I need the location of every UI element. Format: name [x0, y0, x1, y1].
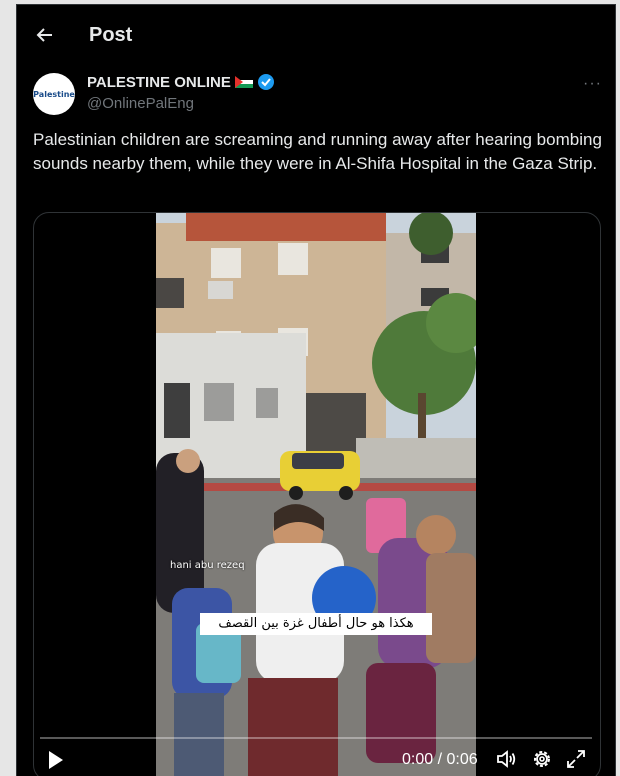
author-handle[interactable]: @OnlinePalEng: [87, 95, 194, 112]
video-watermark: hani abu rezeq: [170, 560, 245, 571]
volume-icon: [497, 750, 516, 768]
more-icon[interactable]: ···: [583, 75, 602, 93]
post-page: Post Palestine PALESTINE ONLINE @OnlineP…: [16, 4, 616, 776]
volume-button[interactable]: [494, 747, 518, 771]
video-controls: 0:00 / 0:06: [34, 733, 600, 773]
video-time: 0:00 / 0:06: [402, 751, 478, 768]
video-player[interactable]: hani abu rezeq هكذا هو حال أطفال غزة بين…: [33, 212, 601, 776]
avatar-logo-text: Palestine: [33, 89, 75, 99]
author-name-row: PALESTINE ONLINE: [87, 73, 275, 91]
fullscreen-icon: [567, 750, 585, 768]
gear-icon: [534, 751, 550, 767]
play-icon: [49, 751, 63, 769]
video-progress-bar[interactable]: [40, 737, 592, 739]
video-caption: هكذا هو حال أطفال غزة بين القصف: [200, 613, 432, 635]
play-button[interactable]: [46, 749, 66, 771]
page-header: Post: [17, 5, 615, 61]
page-title: Post: [89, 24, 133, 46]
author-display-name[interactable]: PALESTINE ONLINE: [87, 74, 231, 91]
avatar[interactable]: Palestine: [33, 73, 75, 115]
video-scene-image: [156, 213, 476, 776]
back-button[interactable]: [29, 19, 61, 51]
palestine-flag-icon: [234, 76, 253, 88]
back-arrow-icon: [36, 28, 52, 42]
fullscreen-button[interactable]: [564, 747, 588, 771]
settings-button[interactable]: [530, 747, 554, 771]
post-text: Palestinian children are screaming and r…: [33, 130, 602, 173]
verified-badge-icon: [257, 74, 274, 90]
video-frame[interactable]: hani abu rezeq هكذا هو حال أطفال غزة بين…: [156, 213, 476, 776]
